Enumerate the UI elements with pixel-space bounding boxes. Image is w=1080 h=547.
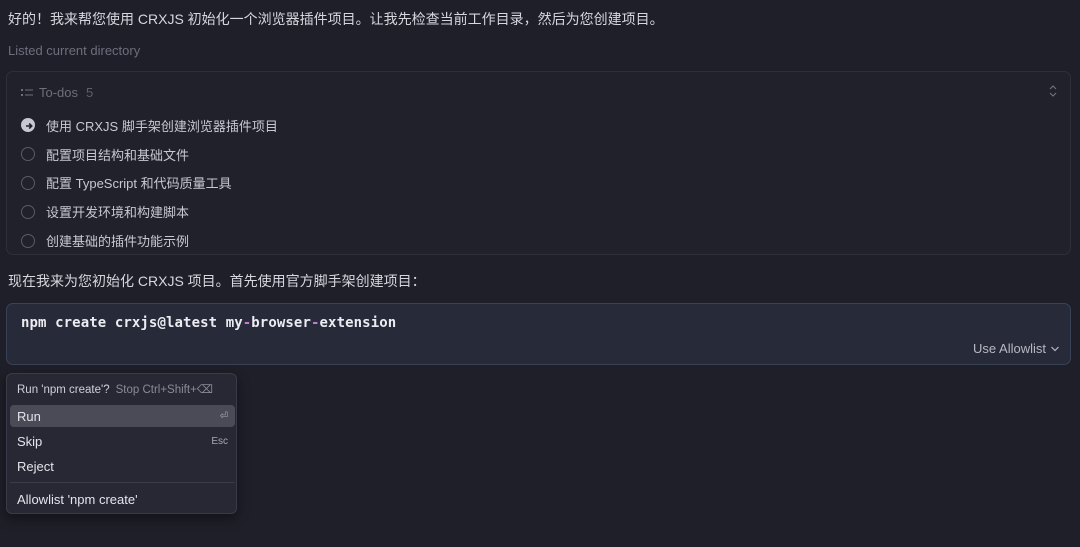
todo-item-label: 使用 CRXJS 脚手架创建浏览器插件项目 — [46, 118, 278, 134]
run-label: Run — [17, 408, 41, 424]
todo-item-label: 配置 TypeScript 和代码质量工具 — [46, 176, 232, 192]
menu-title-text: Run 'npm create'? — [17, 384, 110, 396]
todo-item: 配置 TypeScript 和代码质量工具 — [21, 169, 278, 198]
reject-label: Reject — [17, 458, 54, 474]
empty-circle-icon — [21, 233, 35, 248]
command-separator: - — [242, 315, 252, 331]
tool-status-listed-directory[interactable]: Listed current directory — [8, 43, 140, 58]
empty-circle-icon — [21, 147, 35, 162]
menu-divider — [10, 482, 235, 483]
run-command-menu: Run 'npm create'? Stop Ctrl+Shift+⌫ Run ⏎… — [6, 373, 237, 514]
menu-stop-hint: Stop Ctrl+Shift+⌫ — [115, 384, 214, 396]
command-part: extension — [319, 315, 397, 331]
chevron-up-down-icon[interactable] — [1048, 84, 1058, 98]
chevron-down-icon — [1051, 346, 1059, 351]
todo-item: 配置项目结构和基础文件 — [21, 140, 278, 169]
menu-title: Run 'npm create'? Stop Ctrl+Shift+⌫ — [17, 382, 213, 396]
enter-key-icon: ⏎ — [219, 410, 228, 422]
todo-count: 5 — [86, 85, 94, 100]
skip-shortcut: Esc — [211, 435, 228, 447]
allowlist-menu-item[interactable]: Allowlist 'npm create' — [10, 488, 235, 510]
todo-item: 设置开发环境和构建脚本 — [21, 197, 278, 226]
todo-panel: To-dos 5 使用 CRXJS 脚手架创建浏览器插件项目 配置项目结构和基础… — [6, 71, 1071, 255]
todo-item: 使用 CRXJS 脚手架创建浏览器插件项目 — [21, 111, 278, 140]
skip-label: Skip — [17, 433, 43, 449]
command-separator: - — [310, 315, 320, 331]
assistant-intro-message: 好的！我来帮您使用 CRXJS 初始化一个浏览器插件项目。让我先检查当前工作目录… — [8, 11, 664, 27]
command-text: npm create crxjs@latest my-browser-exten… — [21, 315, 396, 331]
use-allowlist-button[interactable]: Use Allowlist — [973, 341, 1060, 356]
chat-panel: 好的！我来帮您使用 CRXJS 初始化一个浏览器插件项目。让我先检查当前工作目录… — [0, 0, 1080, 547]
command-part: browser — [251, 315, 311, 331]
todo-list: 使用 CRXJS 脚手架创建浏览器插件项目 配置项目结构和基础文件 配置 Typ… — [21, 111, 278, 255]
todo-item-label: 配置项目结构和基础文件 — [46, 147, 190, 163]
todo-header[interactable]: To-dos 5 — [21, 85, 93, 100]
allowlist-label: Allowlist 'npm create' — [17, 491, 138, 507]
todo-item: 创建基础的插件功能示例 — [21, 226, 278, 255]
empty-circle-icon — [21, 175, 35, 190]
todo-item-label: 设置开发环境和构建脚本 — [46, 205, 190, 221]
todo-header-label: To-dos — [39, 85, 79, 100]
reject-menu-item[interactable]: Reject — [10, 455, 235, 477]
todo-item-label: 创建基础的插件功能示例 — [46, 234, 190, 250]
terminal-command-box: npm create crxjs@latest my-browser-exten… — [6, 303, 1071, 365]
assistant-next-message: 现在我来为您初始化 CRXJS 项目。首先使用官方脚手架创建项目： — [8, 273, 426, 289]
arrow-right-circle-icon — [21, 118, 35, 133]
skip-menu-item[interactable]: Skip Esc — [10, 430, 235, 452]
run-menu-item[interactable]: Run ⏎ — [10, 405, 235, 427]
use-allowlist-label: Use Allowlist — [973, 341, 1046, 356]
list-icon — [21, 88, 33, 96]
empty-circle-icon — [21, 204, 35, 219]
command-part: npm create crxjs@latest my — [21, 315, 243, 331]
